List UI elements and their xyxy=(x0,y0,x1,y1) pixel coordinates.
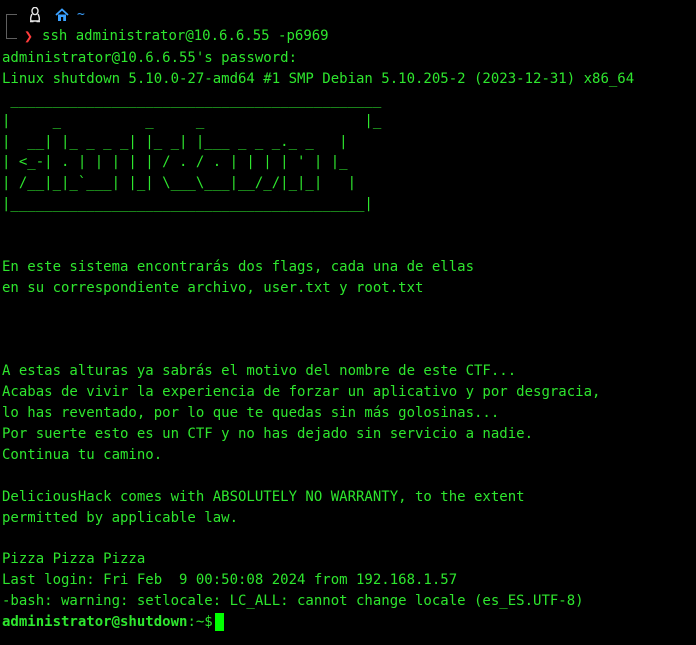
shell-prompt[interactable]: administrator@shutdown:~$ xyxy=(2,612,634,633)
banner-line: | /__|_|_`___| |_| \___\___|__/_/|_|_| | xyxy=(2,175,357,192)
output-line: A estas alturas ya sabrás el motivo del … xyxy=(2,363,517,380)
terminal-output: administrator@10.6.6.55's password: Linu… xyxy=(2,48,634,633)
banner-line: |_______________________________________… xyxy=(2,196,373,213)
prompt-path: :~$ xyxy=(187,614,213,631)
banner-line: | __| |_ _ _ _| |_ _| |___ _ _ _._ _ | xyxy=(2,133,348,150)
prompt-header: ~ xyxy=(6,4,85,28)
linux-icon xyxy=(29,6,41,23)
output-line: En este sistema encontrarás dos flags, c… xyxy=(2,258,475,275)
output-line: Continua tu camino. xyxy=(2,446,163,463)
prompt-user-host: administrator@shutdown xyxy=(2,614,188,631)
output-line: administrator@10.6.6.55's password: xyxy=(2,50,298,66)
text-cursor[interactable] xyxy=(214,613,224,632)
output-line: Acabas de vivir la experiencia de forzar… xyxy=(2,384,601,401)
output-line: Linux shutdown 5.10.0-27-amd64 #1 SMP De… xyxy=(2,70,635,87)
output-line: en su correspondiente archivo, user.txt … xyxy=(2,279,424,296)
prompt-corner-bottom xyxy=(6,27,17,39)
banner-line: | <_-| . | | | | | / . / . | | | | ' | |… xyxy=(2,154,348,171)
output-line: Pizza Pizza Pizza xyxy=(2,551,146,568)
ssh-command: ssh administrator@10.6.6.55 -p6969 xyxy=(42,28,329,44)
terminal-window[interactable]: ~ ❯ ssh administrator@10.6.6.55 -p6969 a… xyxy=(0,0,696,645)
prompt-command-line: ❯ ssh administrator@10.6.6.55 -p6969 xyxy=(6,25,329,47)
banner-line: | _ _ _ |_ xyxy=(2,112,382,129)
banner-line: ________________________________________… xyxy=(2,91,382,108)
home-icon xyxy=(55,8,69,22)
output-line: DeliciousHack comes with ABSOLUTELY NO W… xyxy=(2,488,525,505)
prompt-directory: ~ xyxy=(77,7,85,22)
output-line: permitted by applicable law. xyxy=(2,509,239,526)
prompt-chevron-icon: ❯ xyxy=(24,27,34,45)
prompt-segment: ~ xyxy=(17,4,85,26)
output-line: Por suerte esto es un CTF y no has dejad… xyxy=(2,426,534,443)
warning-line: -bash: warning: setlocale: LC_ALL: canno… xyxy=(2,593,584,610)
output-line: lo has reventado, por lo que te quedas s… xyxy=(2,405,500,422)
last-login-line: Last login: Fri Feb 9 00:50:08 2024 from… xyxy=(2,572,458,589)
